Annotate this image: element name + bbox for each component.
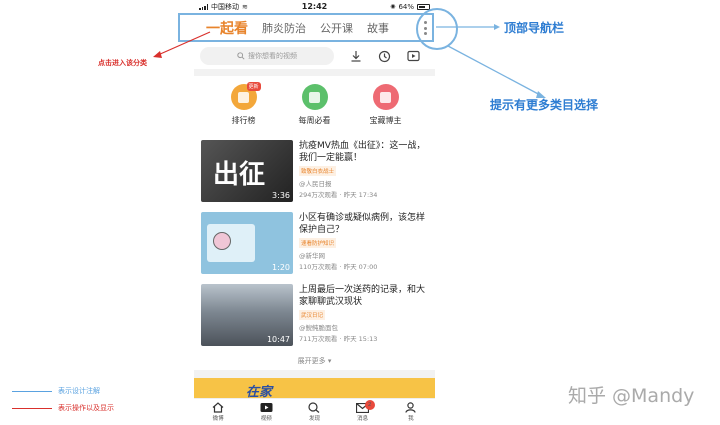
video-tag[interactable]: 速看防护知识: [299, 238, 337, 248]
quick-ranking-label: 排行榜: [231, 116, 256, 125]
video-item[interactable]: 1:20 小区有确诊或疑似病例，该怎样保护自己？ 速看防护知识 @新华网 110…: [201, 212, 431, 276]
top-nav-highlight: [178, 13, 434, 42]
video-thumbnail[interactable]: 1:20: [201, 212, 293, 274]
status-time: 12:42: [301, 2, 328, 11]
update-badge: 更新: [246, 82, 261, 91]
video-title: 小区有确诊或疑似病例，该怎样保护自己？: [299, 213, 426, 235]
video-tag[interactable]: 致敬白衣战士: [299, 166, 337, 176]
annotation-top-nav: 顶部导航栏: [504, 21, 565, 35]
search-input[interactable]: 搜你想看的视频: [200, 47, 334, 65]
search-icon: [308, 402, 320, 413]
expand-more-button[interactable]: 展开更多 ▾: [194, 356, 435, 366]
search-row: 搜你想看的视频: [194, 43, 435, 69]
tab-discover[interactable]: 发现: [294, 402, 334, 422]
video-icon: [260, 403, 273, 412]
home-icon: [212, 402, 224, 413]
video-duration: 10:47: [266, 335, 290, 344]
promo-banner[interactable]: 在家: [194, 378, 435, 398]
quick-weekly-label: 每周必看: [298, 116, 331, 125]
weekly-icon: [301, 84, 328, 110]
video-title: 抗疫MV热血《出征》：这一战，我们一定能赢！: [299, 141, 426, 163]
tab-weibo-label: 微博: [212, 416, 224, 422]
thumb-calligraphy: 出征: [213, 160, 266, 190]
tab-video-label: 视频: [260, 416, 272, 422]
video-duration: 1:20: [272, 263, 290, 272]
watermark: 知乎 @Mandy: [568, 385, 695, 407]
banner-text: 在家: [246, 385, 273, 398]
quick-weekly[interactable]: 每周必看: [285, 84, 345, 134]
quick-ranking[interactable]: 更新 排行榜: [214, 82, 274, 134]
tab-messages-label: 消息: [357, 415, 369, 422]
crown-icon: [372, 84, 399, 110]
battery-percent: 64%: [398, 2, 414, 11]
video-source[interactable]: @鲵鲀脆面包: [299, 322, 429, 332]
video-meta: 294万次观看 · 昨天 17:34: [299, 191, 378, 199]
more-dots-highlight: [416, 8, 458, 50]
search-icon: [237, 52, 245, 60]
video-source[interactable]: @人民日报: [299, 178, 429, 188]
history-icon[interactable]: [378, 50, 391, 63]
quick-bloggers-label: 宝藏博主: [369, 116, 402, 125]
message-badge: 2: [364, 399, 375, 410]
user-icon: [405, 402, 416, 413]
quick-entry-bar: 更新 排行榜 每周必看 宝藏博主: [194, 76, 435, 134]
tab-weibo[interactable]: 微博: [198, 402, 238, 422]
annotation-more-categories: 提示有更多类目选择: [490, 98, 599, 112]
annotation-tap-category: 点击进入该分类: [98, 59, 147, 67]
video-source[interactable]: @新华网: [299, 250, 429, 260]
expand-more-label: 展开更多: [297, 357, 326, 365]
tab-me-label: 我: [408, 416, 414, 422]
video-item[interactable]: 出征 3:36 抗疫MV热血《出征》：这一战，我们一定能赢！ 致敬白衣战士 @人…: [201, 140, 431, 204]
legend-design-note: 表示设计注解: [58, 387, 100, 395]
play-list-icon[interactable]: [407, 50, 420, 62]
phone-screen: 中国移动 ≋ 12:42 ◉ 64% 一起看 肺炎防治 公开课 故事 搜你想看的…: [194, 0, 435, 425]
signal-icon: [199, 3, 208, 10]
video-meta: 110万次观看 · 昨天 07:00: [299, 263, 378, 271]
location-icon: ◉: [390, 3, 396, 10]
status-bar: 中国移动 ≋ 12:42 ◉ 64%: [194, 0, 435, 13]
tab-me[interactable]: 我: [391, 402, 431, 422]
thumb-avatar: [213, 232, 231, 250]
chevron-down-icon: ▾: [325, 357, 332, 365]
legend-red-line: [12, 408, 52, 409]
tab-video[interactable]: 视频: [246, 402, 286, 422]
video-title: 上周最后一次送药的记录，和大家聊聊武汉现状: [299, 285, 426, 307]
wifi-icon: ≋: [242, 2, 248, 11]
tab-messages[interactable]: 2 消息: [343, 399, 383, 422]
bottom-tab-bar: 微博 视频 发现 2 消息 我: [194, 398, 435, 425]
video-thumbnail[interactable]: 出征 3:36: [201, 140, 293, 202]
legend-operation: 表示操作以及显示: [58, 404, 114, 412]
video-duration: 3:36: [272, 191, 290, 200]
video-meta: 711万次观看 · 昨天 15:13: [299, 335, 378, 343]
carrier-label: 中国移动: [211, 2, 239, 11]
video-feed: 出征 3:36 抗疫MV热血《出征》：这一战，我们一定能赢！ 致敬白衣战士 @人…: [194, 134, 435, 370]
download-icon[interactable]: [350, 50, 362, 62]
tab-discover-label: 发现: [308, 416, 320, 422]
video-tag[interactable]: 武汉日记: [299, 310, 326, 320]
video-thumbnail[interactable]: 10:47: [201, 284, 293, 346]
search-placeholder: 搜你想看的视频: [248, 52, 297, 60]
legend-blue-line: [12, 391, 52, 392]
quick-bloggers[interactable]: 宝藏博主: [356, 84, 416, 134]
video-item[interactable]: 10:47 上周最后一次送药的记录，和大家聊聊武汉现状 武汉日记 @鲵鲀脆面包 …: [201, 284, 431, 348]
